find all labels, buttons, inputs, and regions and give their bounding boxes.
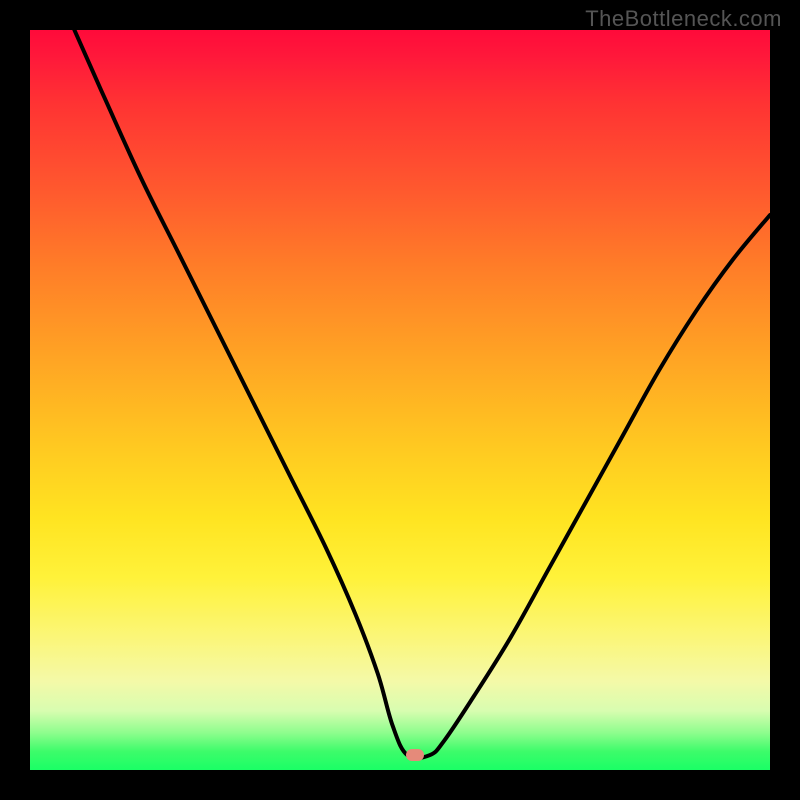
plot-area (30, 30, 770, 770)
chart-frame: TheBottleneck.com (0, 0, 800, 800)
bottleneck-curve (30, 30, 770, 770)
minimum-marker-icon (406, 749, 424, 761)
watermark-text: TheBottleneck.com (585, 6, 782, 32)
